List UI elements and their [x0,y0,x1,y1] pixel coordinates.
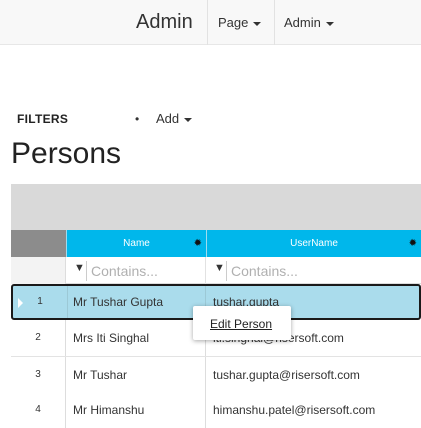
filter-funnel-icon[interactable]: ▼ [214,262,225,274]
name-cell[interactable]: Mr Tushar Gupta [66,286,206,318]
name-cell[interactable]: Mrs Iti Singhal [66,320,206,356]
add-menu-label: Add [156,111,180,126]
bullet-icon: • [135,112,140,126]
username-filter-cell: ▼ [206,257,421,284]
row-number: 1 [13,286,68,318]
nav-divider [274,0,275,45]
row-number: 2 [11,320,66,356]
column-header-label: UserName [290,238,338,249]
username-filter-input[interactable] [226,261,413,281]
column-header-name[interactable]: Name ✹ [66,230,206,257]
name-filter-cell: ▼ [66,257,208,284]
name-cell[interactable]: Mr Tushar [66,357,206,393]
grid-header-row: Name ✹ UserName ✹ [11,230,421,257]
column-header-username[interactable]: UserName ✹ [206,230,421,257]
navbar-brand[interactable]: Admin [136,11,193,34]
group-by-panel[interactable] [11,184,421,230]
column-header-label: Name [123,238,150,249]
table-row[interactable]: 3 Mr Tushar tushar.gupta@risersoft.com [11,357,421,393]
page-menu[interactable]: Page [218,15,262,30]
gear-icon[interactable]: ✹ [409,230,417,257]
gear-icon[interactable]: ✹ [194,230,202,257]
add-menu[interactable]: Add [156,111,193,126]
chevron-down-icon [325,21,334,26]
filter-funnel-icon[interactable]: ▼ [74,262,85,274]
page-menu-label: Page [218,15,249,30]
name-filter-input[interactable] [86,261,208,281]
filters-label[interactable]: FILTERS [17,112,68,126]
username-cell[interactable]: tushar.gupta@risersoft.com [206,357,421,393]
row-number: 4 [11,392,66,428]
nav-divider [207,0,208,45]
name-cell[interactable]: Mr Himanshu [66,392,206,428]
admin-menu[interactable]: Admin [284,15,334,30]
username-cell[interactable]: himanshu.patel@risersoft.com [206,392,421,428]
chevron-down-icon [253,21,262,26]
row-number: 3 [11,357,66,393]
row-context-menu: Edit Person [193,306,291,340]
grid-filter-row: ▼ ▼ [11,257,421,284]
filter-row-corner [11,257,66,284]
admin-menu-label: Admin [284,15,321,30]
chevron-down-icon [184,117,193,122]
table-row[interactable]: 4 Mr Himanshu himanshu.patel@risersoft.c… [11,392,421,428]
top-navbar: Admin Page Admin [0,0,421,45]
page-title: Persons [11,137,122,170]
edit-person-menu-item[interactable]: Edit Person [210,317,272,331]
grid-header-corner [11,230,66,257]
